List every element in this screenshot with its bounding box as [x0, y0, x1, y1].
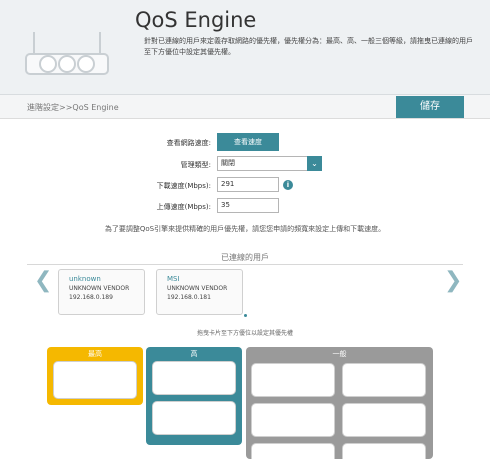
priority-slot[interactable]: [53, 361, 137, 399]
priority-slot[interactable]: [251, 363, 335, 397]
priority-slot[interactable]: [342, 363, 426, 397]
download-speed-label: 下載速度(Mbps):: [156, 182, 211, 190]
priority-slot[interactable]: [152, 361, 236, 395]
priority-slot[interactable]: [342, 443, 426, 459]
drag-hint: 拖曳卡片至下方優位以設定其優先權: [196, 330, 293, 337]
chevron-down-icon[interactable]: ⌄: [307, 156, 322, 171]
upload-speed-input[interactable]: 35: [217, 198, 279, 213]
client-ip: 192.168.0.189: [69, 294, 113, 301]
check-speed-label: 查看網路速度:: [166, 139, 211, 147]
bandwidth-note: 為了要調整QoS引擎來提供精確的用戶優先權，請您您申請的頻寬來設定上傳和下載速度…: [104, 225, 386, 233]
priority-high-title: 高: [190, 350, 198, 358]
client-ip: 192.168.0.181: [167, 294, 211, 301]
download-speed-input[interactable]: 291: [217, 177, 279, 192]
mgmt-type-label: 管理類型:: [180, 161, 211, 169]
carousel-page-dot[interactable]: [244, 314, 247, 317]
priority-slot[interactable]: [251, 403, 335, 437]
page-header: QoS Engine 針對已連線的用戶來定義存取網路的優先權，優先權分為：最高、…: [0, 0, 490, 95]
client-card[interactable]: unknown UNKNOWN VENDOR 192.168.0.189: [58, 269, 145, 315]
section-divider: [27, 264, 463, 265]
router-icon: [25, 32, 109, 75]
upload-speed-label: 上傳速度(Mbps):: [156, 203, 211, 211]
priority-highest-title: 最高: [88, 350, 102, 358]
save-button[interactable]: 儲存: [396, 96, 464, 118]
client-vendor: UNKNOWN VENDOR: [69, 285, 130, 292]
priority-slot[interactable]: [251, 443, 335, 459]
mgmt-type-value: 關閉: [221, 159, 235, 167]
client-name: MSI: [167, 275, 180, 283]
check-speed-button[interactable]: 查看速度: [217, 133, 279, 151]
mgmt-type-select[interactable]: 關閉 ⌄: [217, 156, 322, 171]
priority-high-column[interactable]: 高: [146, 347, 242, 445]
priority-normal-title: 一般: [332, 350, 347, 358]
breadcrumb[interactable]: 進階設定>>QoS Engine: [27, 102, 119, 113]
chevron-left-icon[interactable]: ❮: [34, 268, 52, 293]
priority-slot[interactable]: [342, 403, 426, 437]
priority-highest-column[interactable]: 最高: [47, 347, 143, 405]
client-vendor: UNKNOWN VENDOR: [167, 285, 228, 292]
priority-normal-column[interactable]: 一般: [246, 347, 433, 459]
page-description: 針對已連線的用戶來定義存取網路的優先權，優先權分為：最高、高、一般三個等級，請拖…: [144, 37, 473, 56]
priority-slot[interactable]: [152, 401, 236, 435]
info-icon[interactable]: i: [283, 180, 293, 190]
page-title: QoS Engine: [135, 8, 257, 32]
client-name: unknown: [69, 275, 101, 283]
chevron-right-icon[interactable]: ❯: [444, 268, 462, 293]
clients-section-title: 已連線的用戶: [221, 253, 269, 262]
client-card[interactable]: MSI UNKNOWN VENDOR 192.168.0.181: [156, 269, 243, 315]
